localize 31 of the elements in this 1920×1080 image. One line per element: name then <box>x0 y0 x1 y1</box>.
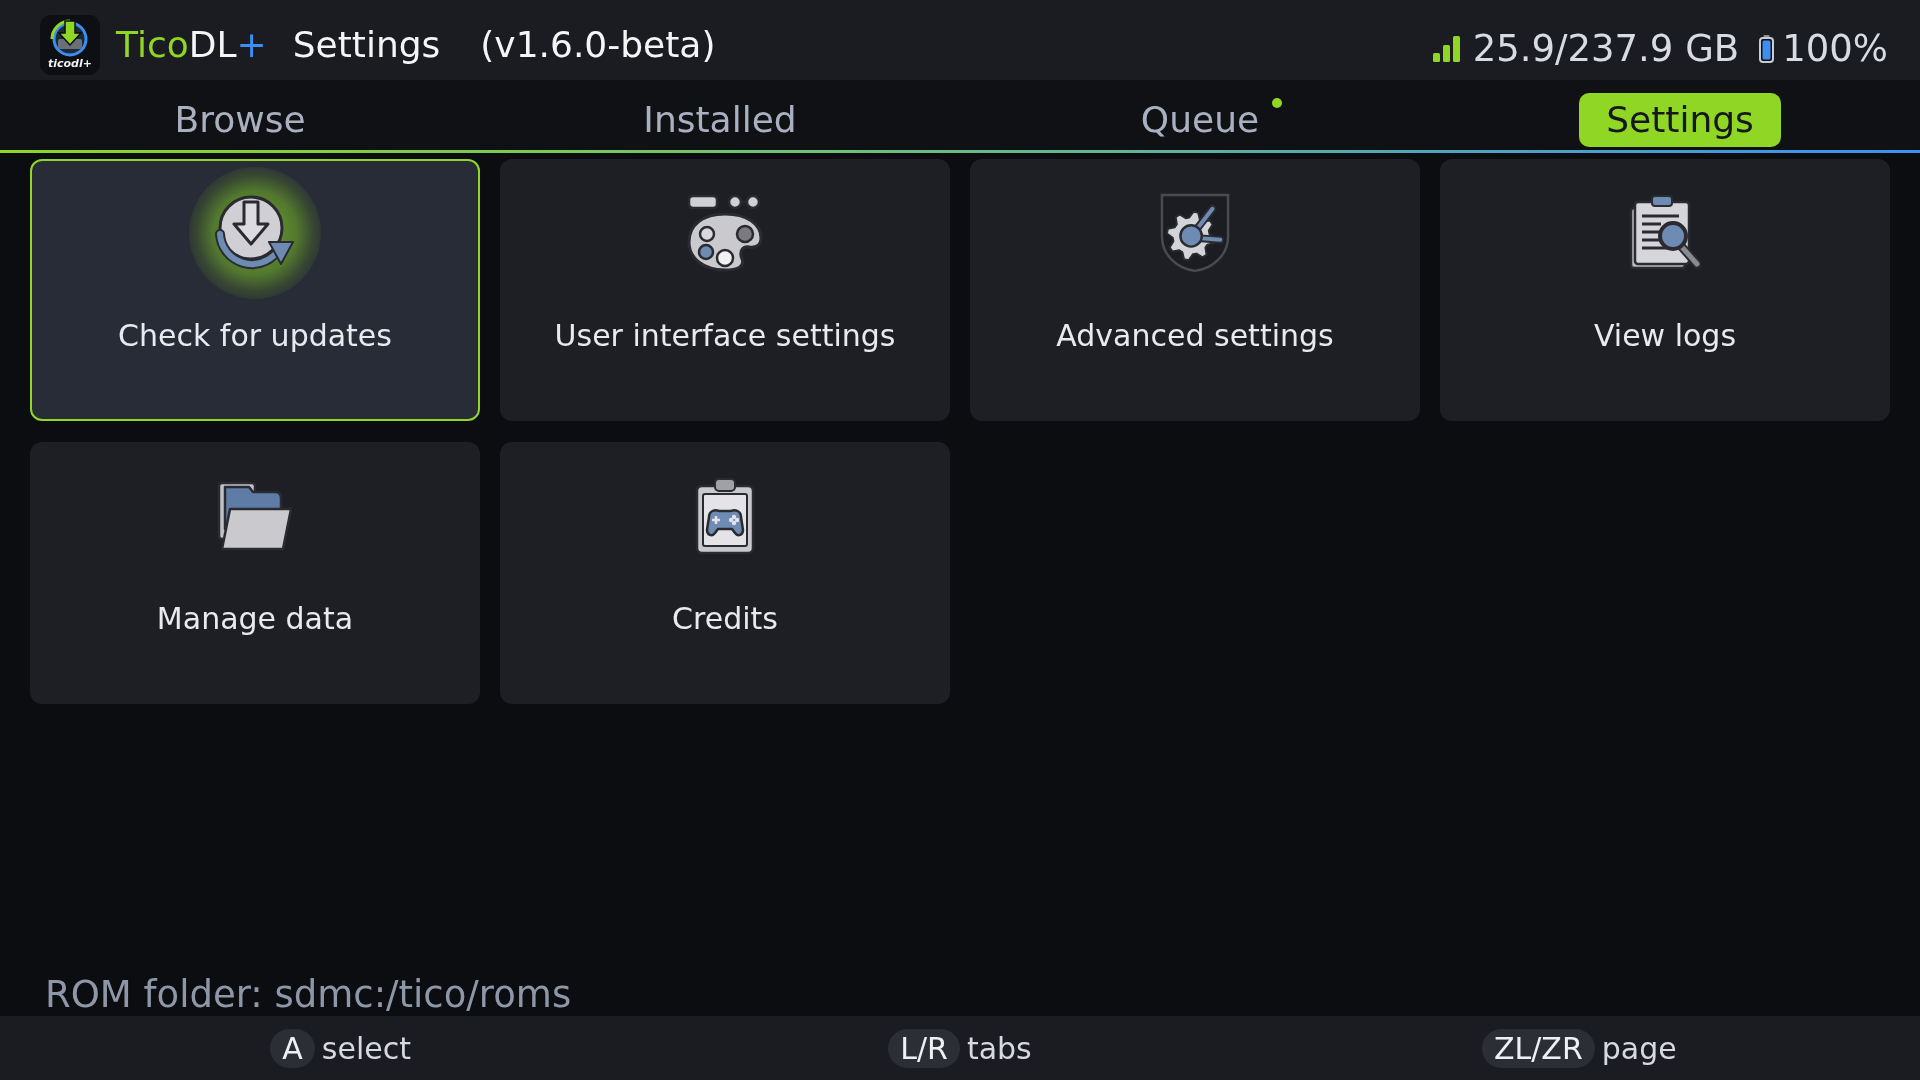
storage-usage: 25.9/237.9 GB <box>1472 27 1740 71</box>
paint-palette-icon <box>687 194 763 272</box>
key-cap: ZL/ZR <box>1481 1028 1595 1068</box>
nav-tab[interactable]: Browse <box>147 93 333 147</box>
nav-tab[interactable]: Installed <box>616 93 824 147</box>
key-cap: L/R <box>888 1028 960 1068</box>
logo-text: ticodl+ <box>48 58 92 70</box>
settings-tile[interactable]: Advanced settings <box>970 159 1420 421</box>
nav-tab[interactable]: Queue <box>1113 93 1287 147</box>
hint-label: page <box>1601 1029 1677 1068</box>
nav-tab[interactable]: Settings <box>1579 93 1781 147</box>
version-label: (v1.6.0-beta) <box>480 23 716 67</box>
settings-tile[interactable]: User interface settings <box>500 159 950 421</box>
settings-tile[interactable]: Credits <box>500 442 950 704</box>
folder-icon <box>217 481 293 551</box>
hint-label: select <box>321 1029 411 1068</box>
clipboard-gamepad-icon <box>695 477 755 555</box>
app-name: TicoDL+ <box>116 23 267 67</box>
key-cap: A <box>270 1028 315 1068</box>
rom-folder-path: ROM folder: sdmc:/tico/roms <box>44 974 572 1016</box>
settings-tile[interactable]: Check for updates <box>30 159 480 421</box>
hint-label: tabs <box>966 1029 1032 1068</box>
settings-tile[interactable]: View logs <box>1440 159 1890 421</box>
screen-title: Settings <box>292 23 441 67</box>
settings-tile[interactable]: Manage data <box>30 442 480 704</box>
battery-icon <box>1759 35 1775 63</box>
gear-shield-icon <box>1160 193 1230 273</box>
battery-percent: 100% <box>1782 27 1888 71</box>
signal-bars-icon <box>1432 36 1461 62</box>
clipboard-search-icon <box>1629 194 1701 272</box>
download-refresh-icon <box>215 194 295 272</box>
